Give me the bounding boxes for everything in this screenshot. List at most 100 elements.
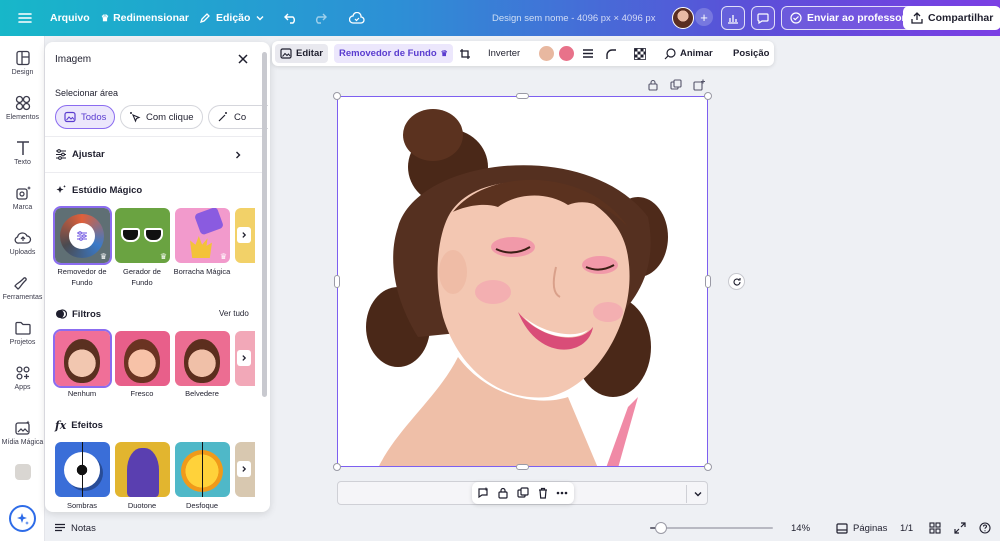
filter-face-art xyxy=(64,339,100,383)
close-icon[interactable] xyxy=(236,52,250,66)
undo-button[interactable] xyxy=(284,0,298,36)
effects-label: Efeitos xyxy=(71,420,103,431)
resize-handle-left[interactable] xyxy=(334,275,340,288)
insights-button[interactable] xyxy=(721,6,745,30)
rail-item-tools[interactable]: Ferramentas xyxy=(0,275,45,301)
rail-item-brand[interactable]: Marca xyxy=(0,185,45,211)
rotate-handle[interactable] xyxy=(728,273,745,290)
duplicate-icon[interactable] xyxy=(670,79,682,91)
more-filters-thumb[interactable] xyxy=(235,331,255,386)
rail-item-projects[interactable]: Projetos xyxy=(0,320,45,346)
panel-scrollbar[interactable] xyxy=(262,52,267,397)
chip-all[interactable]: Todos xyxy=(55,105,116,129)
magic-assistant-button[interactable] xyxy=(9,505,36,532)
next-arrow-button[interactable] xyxy=(237,227,251,243)
add-page-icon[interactable] xyxy=(693,79,705,91)
lock-icon[interactable] xyxy=(647,79,659,91)
image-icon xyxy=(64,111,76,123)
rail-item-uploads[interactable]: Uploads xyxy=(0,230,45,256)
resize-handle-top[interactable] xyxy=(516,93,529,99)
filter-belvedere-thumb[interactable] xyxy=(175,331,230,386)
invert-button[interactable]: Inverter xyxy=(488,41,520,66)
canvas-artboard[interactable] xyxy=(337,96,708,467)
filter-none-thumb[interactable] xyxy=(53,329,112,388)
cloud-save-status[interactable] xyxy=(349,0,365,36)
resize-handle-top-right[interactable] xyxy=(704,92,712,100)
rail-item-apps[interactable]: Apps xyxy=(0,365,45,391)
more-options-icon[interactable] xyxy=(556,487,568,499)
magic-eraser-thumb[interactable]: ♛ xyxy=(175,208,230,263)
lock-icon[interactable] xyxy=(497,487,509,499)
tools-icon xyxy=(13,277,27,290)
see-all-link[interactable]: Ver tudo xyxy=(219,309,249,318)
effect-blur-thumb[interactable] xyxy=(175,442,230,497)
notes-button[interactable]: Notas xyxy=(54,515,96,541)
comments-button[interactable] xyxy=(751,6,775,30)
rotate-icon xyxy=(732,277,741,286)
comment-add-icon[interactable] xyxy=(477,487,489,499)
file-menu[interactable]: Arquivo xyxy=(50,0,90,36)
corner-rounding-button[interactable] xyxy=(605,41,617,66)
crown-icon: ♛ xyxy=(440,49,448,58)
bg-generator-thumb[interactable]: ♛ xyxy=(115,208,170,263)
crop-button[interactable] xyxy=(459,41,471,66)
resize-handle-right[interactable] xyxy=(705,275,711,288)
bg-remover-thumb[interactable]: ♛ xyxy=(53,206,112,265)
rail-item-text[interactable]: Texto xyxy=(0,140,45,166)
user-avatar[interactable] xyxy=(672,6,694,30)
duotone-portrait-art xyxy=(127,448,159,497)
next-arrow-button[interactable] xyxy=(237,350,251,366)
chip-click-label: Com clique xyxy=(146,111,194,123)
bg-remover-button[interactable]: Removedor de Fundo ♛ xyxy=(334,44,453,63)
help-button[interactable] xyxy=(979,515,991,541)
border-style-button[interactable] xyxy=(582,41,594,66)
zoom-slider[interactable] xyxy=(650,522,773,534)
pages-button[interactable]: Páginas xyxy=(836,515,887,541)
chip-brush[interactable]: Co xyxy=(208,105,268,129)
rail-item-design[interactable]: Design xyxy=(0,50,45,76)
filters-label: Filtros xyxy=(72,308,102,320)
filter-fresco-thumb[interactable] xyxy=(115,331,170,386)
rail-label-brand: Marca xyxy=(12,204,33,211)
rail-item-magic-media[interactable]: Mídia Mágica xyxy=(0,420,45,446)
share-button[interactable]: Compartilhar xyxy=(903,6,1000,30)
hamburger-menu-button[interactable] xyxy=(18,0,32,36)
zoom-slider-thumb[interactable] xyxy=(655,522,667,534)
grid-view-button[interactable] xyxy=(929,515,941,541)
magic-eraser-label: Borracha Mágica xyxy=(173,267,231,276)
resize-handle-bottom[interactable] xyxy=(516,464,529,470)
send-to-teacher-label: Enviar ao professor xyxy=(807,12,906,24)
redo-button[interactable] xyxy=(313,0,327,36)
chip-click[interactable]: Com clique xyxy=(120,105,203,129)
effect-duotone-thumb[interactable] xyxy=(115,442,170,497)
page-counter[interactable]: 1/1 xyxy=(900,515,913,541)
zoom-level[interactable]: 14% xyxy=(791,515,810,541)
resize-handle-bottom-left[interactable] xyxy=(333,463,341,471)
effect-shadows-thumb[interactable] xyxy=(55,442,110,497)
next-arrow-button[interactable] xyxy=(237,461,251,477)
add-collaborator-button[interactable]: + xyxy=(695,8,713,26)
color-swatch-pink[interactable] xyxy=(559,46,574,61)
transparency-button[interactable] xyxy=(634,41,646,66)
send-to-teacher-button[interactable]: Enviar ao professor xyxy=(781,6,915,30)
more-effects-thumb[interactable] xyxy=(235,442,255,497)
redo-icon xyxy=(316,13,327,24)
chevron-down-icon[interactable] xyxy=(693,489,703,499)
rail-item-app-thumb[interactable] xyxy=(0,464,45,480)
rail-label-magic-media: Mídia Mágica xyxy=(1,439,44,446)
edit-image-button[interactable]: Editar xyxy=(275,44,328,63)
resize-menu[interactable]: ♛ Redimensionar xyxy=(101,0,189,36)
color-swatch-skin[interactable] xyxy=(539,46,554,61)
more-magic-thumb[interactable] xyxy=(235,208,255,263)
duplicate-icon[interactable] xyxy=(517,487,529,499)
edit-mode-dropdown[interactable]: Edição xyxy=(199,0,265,36)
design-title[interactable]: Design sem nome - 4096 px × 4096 px xyxy=(492,0,655,36)
trash-icon[interactable] xyxy=(537,487,549,499)
resize-handle-bottom-right[interactable] xyxy=(704,463,712,471)
fullscreen-button[interactable] xyxy=(954,515,966,541)
animate-button[interactable]: Animar xyxy=(664,41,713,66)
position-button[interactable]: Posição xyxy=(733,41,769,66)
resize-handle-top-left[interactable] xyxy=(333,92,341,100)
rail-item-elements[interactable]: Elementos xyxy=(0,95,45,121)
adjust-row[interactable]: Ajustar xyxy=(55,149,255,160)
